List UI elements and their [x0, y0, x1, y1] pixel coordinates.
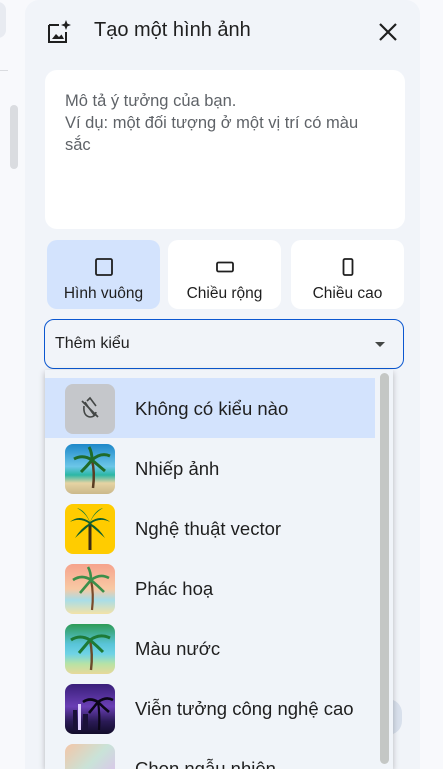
- style-option-random[interactable]: Chọn ngẫu nhiên: [45, 738, 375, 769]
- sci-fi-thumbnail: [65, 684, 115, 734]
- style-dropdown-label: Thêm kiểu: [55, 335, 130, 352]
- style-option-watercolor[interactable]: Màu nước: [45, 618, 375, 678]
- style-option-label: Không có kiểu nào: [135, 398, 289, 419]
- style-option-sketch[interactable]: Phác hoạ: [45, 558, 375, 618]
- close-button[interactable]: [373, 17, 403, 47]
- ratio-square-button[interactable]: Hình vuông: [47, 240, 160, 309]
- style-option-label: Nhiếp ảnh: [135, 458, 220, 479]
- dropdown-arrow-icon: [375, 342, 385, 347]
- watercolor-thumbnail: [65, 624, 115, 674]
- style-option-none[interactable]: Không có kiểu nào: [45, 378, 375, 438]
- ratio-landscape-label: Chiều rộng: [186, 285, 263, 302]
- ratio-square-label: Hình vuông: [63, 285, 144, 302]
- style-menu: Không có kiểu nào Nhiếp ảnh Nghệ thuật v…: [45, 370, 393, 769]
- square-icon: [94, 258, 113, 276]
- style-option-label: Màu nước: [135, 638, 221, 659]
- portrait-rect-icon: [342, 258, 353, 276]
- random-thumbnail: [65, 744, 115, 769]
- prompt-input[interactable]: [65, 90, 387, 210]
- left-edge-strip: [0, 0, 25, 769]
- style-option-vector-art[interactable]: Nghệ thuật vector: [45, 498, 375, 558]
- photography-thumbnail: [65, 444, 115, 494]
- menu-scrollbar[interactable]: [380, 373, 389, 764]
- style-dropdown[interactable]: Thêm kiểu: [44, 319, 404, 369]
- ratio-landscape-button[interactable]: Chiều rộng: [168, 240, 281, 309]
- style-option-label: Phác hoạ: [135, 578, 214, 599]
- ratio-portrait-button[interactable]: Chiều cao: [291, 240, 404, 309]
- vector-art-thumbnail: [65, 504, 115, 554]
- no-style-icon: [65, 384, 115, 434]
- style-option-label: Viễn tưởng công nghệ cao: [135, 698, 354, 719]
- sketch-thumbnail: [65, 564, 115, 614]
- style-option-label: Nghệ thuật vector: [135, 518, 282, 539]
- landscape-rect-icon: [215, 261, 234, 273]
- ratio-portrait-label: Chiều cao: [312, 285, 383, 302]
- dialog-title: Tạo một hình ảnh: [94, 19, 251, 41]
- style-option-sci-fi[interactable]: Viễn tưởng công nghệ cao: [45, 678, 375, 738]
- close-icon: [379, 23, 397, 41]
- partial-button[interactable]: [0, 2, 6, 38]
- style-option-label: Chọn ngẫu nhiên: [135, 758, 276, 769]
- prompt-box[interactable]: [45, 70, 405, 229]
- divider: [0, 70, 8, 71]
- image-sparkle-icon: [48, 20, 71, 43]
- style-option-photography[interactable]: Nhiếp ảnh: [45, 438, 375, 498]
- page-scrollbar[interactable]: [10, 105, 18, 169]
